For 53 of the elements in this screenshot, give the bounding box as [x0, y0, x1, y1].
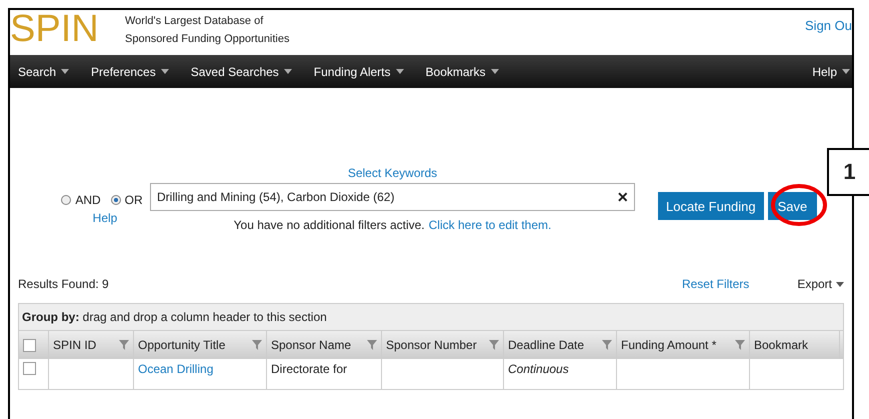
nav-menu-item[interactable]: Saved Searches — [190, 64, 292, 78]
caret-icon — [396, 69, 404, 74]
nav-menu-item[interactable]: Search — [18, 64, 70, 78]
filter-icon[interactable] — [489, 340, 499, 350]
filter-icon[interactable] — [252, 340, 262, 350]
keywords-field[interactable]: Drilling and Mining (54), Carbon Dioxide (62) × — [150, 183, 635, 211]
radio-button[interactable] — [61, 195, 72, 205]
radio-button[interactable] — [110, 195, 121, 205]
filter-icon[interactable] — [119, 340, 129, 350]
field-value: Drilling and Mining (54), Carbon Dioxide (62) — [157, 190, 394, 204]
results-count: Results Found: 9 — [18, 277, 109, 291]
filter-icon[interactable] — [735, 340, 745, 350]
group-by-text: Group by: drag and drop a column header to this section — [22, 310, 327, 324]
column-header[interactable]: Opportunity Title — [138, 338, 226, 352]
column-header[interactable]: Funding Amount * — [621, 338, 716, 352]
spin-logo: SPIN — [10, 10, 100, 48]
table-cell: Continuous — [508, 362, 569, 376]
nav-menu-item[interactable]: Funding Alerts — [314, 64, 404, 78]
column-header[interactable]: Sponsor Name — [271, 338, 352, 352]
column-header[interactable]: Bookmark — [754, 338, 808, 352]
caret-icon — [842, 69, 850, 74]
radio-label: OR — [124, 193, 143, 207]
nav-menu-item[interactable]: Preferences — [91, 64, 169, 78]
filter-icon[interactable] — [602, 340, 612, 350]
opportunity-title-link[interactable]: Ocean Drilling — [138, 362, 214, 376]
highlight-circle — [770, 183, 828, 227]
table-cell: Directorate for — [271, 362, 348, 376]
locate-funding-button[interactable]: Locate Funding — [658, 192, 764, 220]
caret-icon — [61, 69, 70, 74]
nav-menu-item[interactable]: Bookmarks — [426, 64, 499, 78]
row-checkbox[interactable] — [23, 362, 36, 375]
help-menu-item[interactable]: Help — [812, 64, 850, 78]
caret-icon — [160, 69, 169, 74]
help-link[interactable]: Help — [92, 211, 118, 225]
column-header[interactable]: SPIN ID — [53, 338, 96, 352]
tagline-text: Sponsored Funding Opportunities — [125, 32, 290, 47]
caret-icon — [284, 69, 292, 74]
column-header[interactable]: Deadline Date — [508, 338, 584, 352]
step-number-label: 1 — [827, 148, 869, 196]
filter-icon[interactable] — [367, 340, 377, 350]
reset-filters-link[interactable]: Reset Filters — [682, 277, 750, 291]
edit-filters-link[interactable]: Click here to edit them. — [428, 218, 552, 232]
tagline-text: World's Largest Database of — [125, 14, 264, 29]
clear-button[interactable]: × — [617, 186, 628, 208]
select-all-checkbox[interactable] — [23, 338, 36, 352]
radio-label: AND — [75, 193, 101, 207]
caret-icon — [490, 69, 499, 74]
select-keywords-link[interactable]: Select Keywords — [348, 166, 438, 180]
export-menu[interactable]: Export — [797, 277, 844, 291]
caret-icon — [836, 282, 844, 286]
filters-text: You have no additional filters active. — [234, 218, 425, 232]
sign-out-link[interactable]: Sign Ou — [805, 18, 852, 33]
column-header[interactable]: Sponsor Number — [386, 338, 477, 352]
